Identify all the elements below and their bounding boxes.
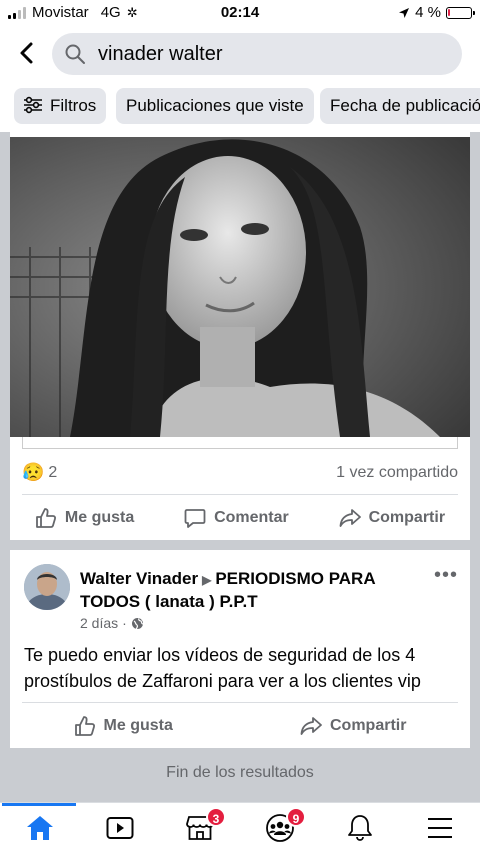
thumbs-up-icon bbox=[74, 716, 95, 736]
post-actions: Me gusta Compartir bbox=[10, 704, 470, 748]
search-icon bbox=[65, 44, 85, 64]
home-icon bbox=[27, 816, 53, 840]
post-card: Walter Vinader ▶ PERIODISMO PARA TODOS ( l… bbox=[10, 550, 470, 748]
filter-chip-date[interactable]: Fecha de publicación bbox=[320, 88, 480, 124]
battery-level bbox=[448, 8, 450, 16]
portrait-image bbox=[10, 137, 470, 437]
status-bar: Movistar 4G ✲ 02:14 4 % bbox=[0, 0, 480, 26]
search-header bbox=[0, 26, 480, 80]
filter-chip-label: Publicaciones que viste bbox=[126, 96, 304, 115]
search-box[interactable] bbox=[52, 33, 462, 75]
battery-icon bbox=[446, 6, 475, 19]
post-photo[interactable] bbox=[10, 137, 470, 437]
bell-icon bbox=[348, 815, 372, 841]
avatar[interactable] bbox=[24, 564, 70, 610]
sad-reaction-icon: 😥 bbox=[22, 462, 45, 482]
comment-icon bbox=[184, 509, 206, 528]
status-right: 4 % bbox=[398, 4, 475, 21]
photo-frame bbox=[22, 437, 458, 449]
sliders-icon bbox=[24, 96, 42, 114]
share-label: Compartir bbox=[329, 717, 407, 734]
filter-bar: Filtros Publicaciones que viste Fecha de… bbox=[0, 80, 480, 132]
marketplace-badge: 3 bbox=[206, 807, 226, 827]
filter-chip-filtros[interactable]: Filtros bbox=[14, 88, 107, 124]
more-options-button[interactable]: ••• bbox=[434, 564, 458, 587]
like-label: Me gusta bbox=[64, 509, 135, 526]
location-arrow-icon bbox=[399, 7, 410, 18]
reaction-count: 2 bbox=[48, 463, 58, 481]
comment-button[interactable]: Comentar bbox=[184, 507, 289, 529]
meta-separator: · bbox=[122, 615, 127, 631]
post-header: Walter Vinader ▶ PERIODISMO PARA TODOS ( l… bbox=[80, 568, 420, 613]
post-stats: 😥 2 1 vez compartido bbox=[22, 458, 458, 488]
results-feed[interactable]: 😥 2 1 vez compartido Me gusta Comentar C… bbox=[0, 132, 480, 802]
share-label: Compartir bbox=[368, 509, 446, 526]
globe-icon bbox=[131, 617, 143, 629]
shares-count[interactable]: 1 vez compartido bbox=[336, 464, 458, 482]
thumbs-up-icon bbox=[36, 508, 56, 528]
post-time[interactable]: 2 días bbox=[80, 615, 118, 631]
filter-chip-label: Fecha de publicación bbox=[330, 96, 480, 115]
filter-chip-viewed-posts[interactable]: Publicaciones que viste bbox=[116, 88, 314, 124]
post-meta: 2 días · bbox=[80, 615, 144, 631]
active-tab-indicator bbox=[2, 803, 76, 806]
post-actions: Me gusta Comentar Compartir bbox=[10, 496, 470, 540]
bottom-nav: 3 9 bbox=[0, 802, 480, 853]
author-name[interactable]: Walter Vinader bbox=[80, 569, 198, 588]
share-button[interactable]: Compartir bbox=[300, 715, 406, 737]
post-card: 😥 2 1 vez compartido Me gusta Comentar C… bbox=[10, 132, 470, 540]
chevron-left-icon bbox=[20, 42, 33, 64]
profile-photo bbox=[24, 564, 70, 610]
nav-home[interactable] bbox=[20, 809, 60, 847]
share-icon bbox=[300, 717, 322, 735]
nav-marketplace[interactable]: 3 bbox=[180, 807, 226, 847]
comment-label: Comentar bbox=[214, 509, 289, 526]
filter-chip-label: Filtros bbox=[50, 96, 97, 115]
share-button[interactable]: Compartir bbox=[339, 507, 445, 529]
end-of-results: Fin de los resultados bbox=[166, 764, 314, 781]
share-icon bbox=[339, 509, 361, 527]
search-input[interactable] bbox=[98, 33, 448, 75]
battery-percent: 4 % bbox=[415, 4, 441, 21]
back-button[interactable] bbox=[12, 38, 42, 68]
like-label: Me gusta bbox=[103, 717, 173, 734]
nav-groups[interactable]: 9 bbox=[260, 807, 306, 847]
nav-menu[interactable] bbox=[420, 809, 460, 847]
groups-badge: 9 bbox=[286, 807, 306, 827]
menu-icon bbox=[428, 818, 452, 838]
divider bbox=[22, 702, 458, 703]
video-icon bbox=[106, 817, 134, 839]
divider bbox=[22, 494, 458, 495]
like-button[interactable]: Me gusta bbox=[74, 715, 173, 737]
like-button[interactable]: Me gusta bbox=[35, 507, 134, 529]
arrow-right-icon: ▶ bbox=[202, 573, 212, 587]
nav-notifications[interactable] bbox=[340, 809, 380, 847]
nav-watch[interactable] bbox=[100, 809, 140, 847]
reactions-summary[interactable]: 😥 2 bbox=[22, 462, 57, 483]
post-text: Te puedo enviar los vídeos de seguridad … bbox=[24, 645, 421, 691]
